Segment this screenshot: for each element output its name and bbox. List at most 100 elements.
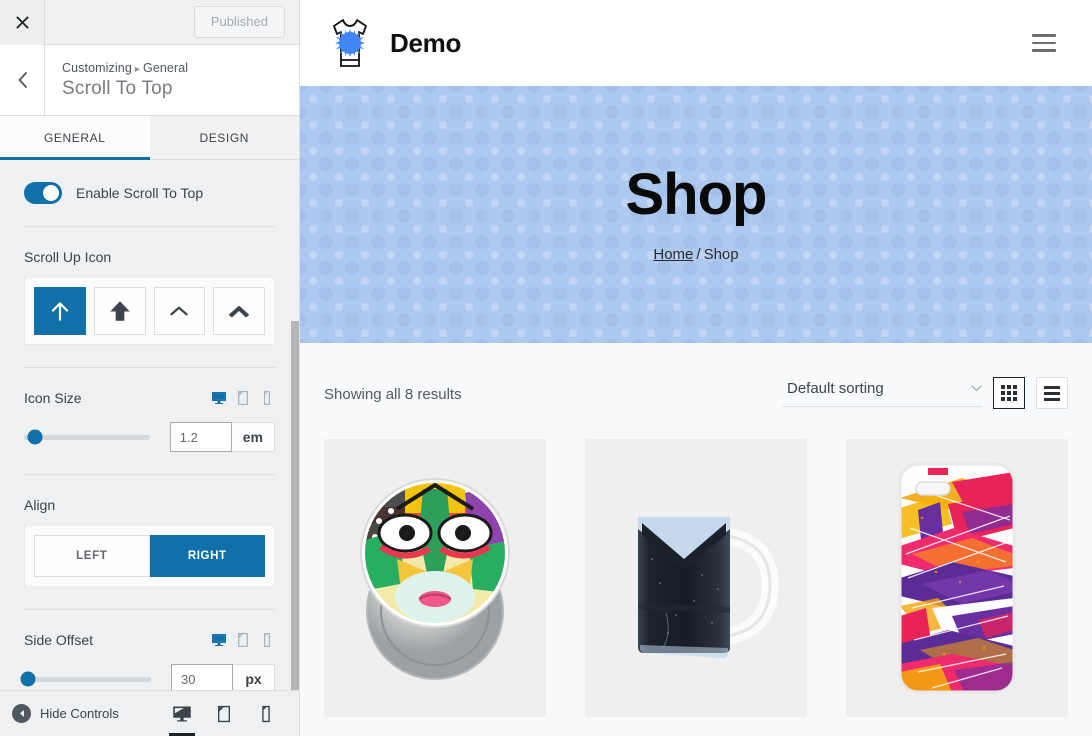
close-icon [15, 15, 29, 29]
hamburger-menu-icon[interactable] [1032, 34, 1056, 52]
breadcrumb: Customizing ▸ General [62, 61, 188, 75]
mobile-icon [262, 705, 270, 722]
preview-mobile-button[interactable] [245, 691, 287, 736]
hide-controls-label: Hide Controls [40, 706, 119, 721]
preview-desktop-button[interactable] [161, 691, 203, 736]
icon-option-chevron-up-bold[interactable] [213, 287, 265, 335]
chevron-down-icon [971, 384, 982, 391]
product-image-pin-badge[interactable] [324, 439, 546, 717]
preview-device-switcher [161, 691, 287, 736]
site-preview: Demo Shop Home / Shop Showing all 8 result… [300, 0, 1092, 736]
product-card[interactable] [846, 439, 1068, 717]
publish-button[interactable]: Published [193, 5, 285, 39]
desktop-icon[interactable] [211, 390, 227, 406]
customizer-topbar: Published [0, 0, 299, 45]
product-card[interactable] [324, 439, 546, 717]
icon-option-arrow-up-bold[interactable] [93, 287, 146, 335]
mobile-icon[interactable] [259, 632, 275, 648]
desktop-icon[interactable] [211, 632, 227, 648]
collapse-arrow-icon [12, 704, 31, 723]
control-align: Align LEFT RIGHT [24, 475, 275, 610]
hide-controls-button[interactable]: Hide Controls [12, 704, 119, 723]
tab-design[interactable]: DESIGN [149, 116, 299, 159]
tab-general[interactable]: GENERAL [0, 116, 150, 160]
icon-size-slider-row: 1.2 em [24, 422, 275, 452]
customizer-footer: Hide Controls [0, 690, 299, 736]
control-side-offset: Side Offset 30 px [20, 610, 275, 690]
customizer-screen: Published Customizing ▸ General Scroll To … [0, 0, 1092, 736]
scroll-up-icon-label: Scroll Up Icon [24, 249, 112, 265]
arrow-up-bold-icon [109, 301, 130, 321]
close-customizer-button[interactable] [0, 0, 45, 45]
control-enable-scroll-to-top: Enable Scroll To Top [24, 160, 275, 227]
page-hero: Shop Home / Shop [300, 86, 1092, 343]
icon-size-input[interactable]: 1.2 [169, 422, 232, 452]
control-scroll-up-icon: Scroll Up Icon [24, 227, 275, 368]
toggle-knob [43, 185, 59, 201]
chevron-left-icon [18, 72, 27, 88]
icon-size-unit[interactable]: em [231, 422, 275, 452]
panel-titles: Customizing ▸ General Scroll To Top [45, 45, 188, 115]
product-image-phone-case[interactable] [846, 439, 1068, 717]
product-image-mug[interactable] [585, 439, 807, 717]
side-offset-slider-row: 30 px [20, 664, 275, 690]
product-grid [324, 439, 1068, 717]
side-offset-input[interactable]: 30 [171, 664, 233, 690]
slider-thumb[interactable] [20, 671, 36, 687]
preview-tablet-button[interactable] [203, 691, 245, 736]
sorting-select[interactable]: Default sorting [782, 380, 982, 407]
tablet-icon[interactable] [235, 632, 251, 648]
breadcrumb-root[interactable]: Customizing [62, 61, 132, 75]
breadcrumb-section[interactable]: General [143, 61, 188, 75]
arrow-up-thin-icon [51, 302, 68, 321]
customizer-sidebar: Published Customizing ▸ General Scroll To … [0, 0, 300, 736]
site-header: Demo [300, 0, 1092, 86]
list-view-button[interactable] [1036, 377, 1068, 409]
breadcrumb-separator: / [696, 246, 701, 263]
result-count: Showing all 8 results [324, 386, 462, 403]
icon-option-arrow-up-thin[interactable] [34, 287, 86, 335]
icon-size-label: Icon Size [24, 390, 82, 406]
side-offset-device-switcher [211, 632, 275, 648]
hero-title: Shop [625, 162, 768, 227]
grid-view-button[interactable] [993, 377, 1025, 409]
align-option-left[interactable]: LEFT [34, 535, 150, 577]
customizer-tabs: GENERAL DESIGN [0, 116, 299, 160]
shop-content: Showing all 8 results Default sorting [300, 343, 1092, 736]
icon-size-device-switcher [211, 390, 275, 406]
breadcrumb-current: Shop [703, 246, 739, 263]
grid-view-icon [1001, 385, 1017, 401]
tablet-icon [218, 705, 230, 722]
site-branding[interactable]: Demo [324, 14, 461, 72]
pin-button-badge-face-art-image [360, 478, 510, 680]
side-offset-slider[interactable] [20, 671, 151, 687]
align-option-right[interactable]: RIGHT [149, 535, 265, 577]
abstract-paint-phone-case-image [898, 462, 1016, 694]
chevron-up-bold-icon [228, 305, 250, 318]
scrollbar-thumb[interactable] [291, 321, 299, 690]
dark-ceramic-mug-image [638, 517, 779, 658]
align-label: Align [24, 497, 56, 513]
slider-thumb[interactable] [27, 429, 43, 445]
icon-option-chevron-up-thin[interactable] [153, 287, 206, 335]
sorting-value: Default sorting [787, 379, 884, 397]
shop-toolbar: Showing all 8 results Default sorting [324, 377, 1068, 409]
scroll-up-icon-picker [24, 277, 275, 345]
shop-toolbar-right: Default sorting [782, 377, 1068, 409]
enable-scroll-to-top-label: Enable Scroll To Top [76, 185, 204, 201]
sidebar-scrollbar[interactable] [291, 321, 299, 690]
tshirt-splat-logo-icon [324, 14, 376, 72]
list-view-icon [1044, 385, 1060, 401]
breadcrumb-separator-icon: ▸ [134, 63, 140, 75]
site-title[interactable]: Demo [390, 28, 461, 59]
tablet-icon[interactable] [235, 390, 251, 406]
back-button[interactable] [0, 45, 45, 115]
enable-scroll-to-top-toggle[interactable] [24, 182, 62, 204]
breadcrumb-home-link[interactable]: Home [653, 246, 693, 263]
side-offset-unit[interactable]: px [233, 664, 275, 690]
product-card[interactable] [585, 439, 807, 717]
mobile-icon[interactable] [259, 390, 275, 406]
side-offset-label: Side Offset [24, 632, 94, 648]
customizer-controls-scroll: Enable Scroll To Top Scroll Up Icon Icon… [0, 160, 299, 690]
icon-size-slider[interactable] [24, 429, 150, 445]
